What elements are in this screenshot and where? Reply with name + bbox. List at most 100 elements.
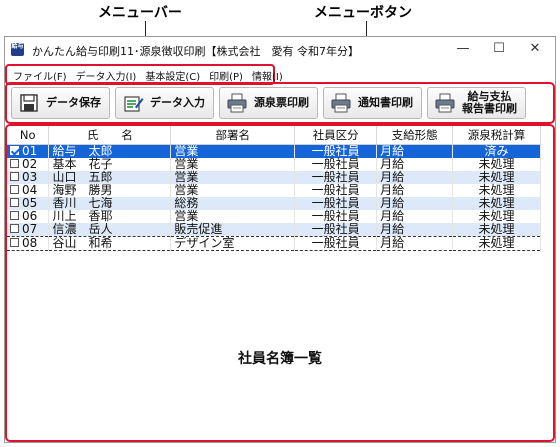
table-row[interactable]: 03 山口 五郎 営業 一般社員 月給 未処理 — [7, 169, 541, 184]
header-category[interactable]: 社員区分 — [294, 126, 378, 145]
callout-menubar: メニューバー — [98, 5, 182, 21]
row-checkbox[interactable] — [10, 158, 19, 168]
minimize-button[interactable]: — — [445, 39, 481, 59]
printer-icon — [435, 93, 455, 113]
payment-report-label-line2: 報告書印刷 — [462, 102, 517, 115]
row-checkbox[interactable] — [10, 197, 19, 207]
table-row[interactable]: 06 川上 香耶 営業 一般社員 月給 未処理 — [7, 208, 541, 223]
header-pay-type[interactable]: 支給形態 — [376, 126, 454, 145]
app-window: 給与 かんたん給与印刷11･源泉徴収印刷【株式会社 愛有 令和7年分】 — ☐ … — [4, 36, 556, 443]
menu-data-entry[interactable]: データ入力(I) — [72, 66, 142, 83]
table-row[interactable]: 04 海野 勝男 営業 一般社員 月給 未処理 — [7, 182, 541, 197]
row-category: 一般社員 — [294, 222, 378, 236]
row-checkbox[interactable] — [10, 171, 19, 181]
row-checkbox[interactable] — [10, 237, 19, 247]
employee-list-caption: 社員名簿一覧 — [238, 351, 322, 367]
save-data-button[interactable]: データ保存 — [11, 87, 110, 119]
row-tax-calc: 未処理 — [452, 170, 541, 184]
row-checkbox[interactable] — [10, 145, 19, 155]
data-entry-button[interactable]: データ入力 — [115, 87, 214, 119]
table-row[interactable]: 08 谷山 和希 デザイン室 一般社員 月給 未処理 — [7, 235, 541, 251]
title-bar[interactable]: 給与 かんたん給与印刷11･源泉徴収印刷【株式会社 愛有 令和7年分】 — ☐ … — [5, 37, 555, 63]
toolbar: データ保存 データ入力 源泉票印刷 通知書印刷 給与支払 報告書印刷 — [11, 87, 526, 119]
withholding-print-button[interactable]: 源泉票印刷 — [219, 87, 318, 119]
notice-print-button[interactable]: 通知書印刷 — [323, 87, 422, 119]
maximize-button[interactable]: ☐ — [481, 39, 517, 59]
row-category: 一般社員 — [294, 183, 378, 197]
menu-info[interactable]: 情報(I) — [248, 66, 288, 83]
row-no: 07 — [22, 221, 38, 236]
menu-file[interactable]: ファイル(F) — [9, 66, 72, 83]
employee-list[interactable]: No 氏 名 部署名 社員区分 支給形態 源泉税計算 01 給与 太郎 営業 一… — [5, 124, 555, 442]
row-checkbox[interactable] — [10, 184, 19, 194]
printer-icon — [227, 93, 247, 113]
row-name: 海野 勝男 — [48, 183, 172, 197]
row-pay-type: 月給 — [376, 170, 454, 184]
row-tax-calc: 済み — [452, 144, 541, 158]
row-name: 川上 香耶 — [48, 209, 172, 223]
row-name: 香川 七海 — [48, 196, 172, 210]
row-dept: 営業 — [170, 209, 296, 223]
app-logo-icon: 給与 — [11, 43, 24, 56]
table-row[interactable]: 01 給与 太郎 営業 一般社員 月給 済み — [7, 144, 541, 158]
data-entry-icon — [124, 96, 144, 112]
row-no: 06 — [22, 208, 38, 223]
row-name: 谷山 和希 — [48, 235, 172, 251]
row-category: 一般社員 — [294, 157, 378, 171]
row-pay-type: 月給 — [376, 196, 454, 210]
notice-print-label: 通知書印刷 — [358, 96, 413, 109]
row-no: 04 — [22, 182, 38, 197]
row-no: 02 — [22, 156, 38, 171]
row-dept: 営業 — [170, 144, 296, 158]
row-no-cell: 08 — [7, 235, 50, 251]
row-dept: 営業 — [170, 170, 296, 184]
data-entry-label: データ入力 — [150, 96, 205, 109]
row-no-cell: 07 — [7, 221, 50, 236]
row-no: 01 — [22, 143, 38, 158]
row-tax-calc: 未処理 — [452, 209, 541, 223]
header-no[interactable]: No — [7, 126, 50, 145]
save-data-label: データ保存 — [46, 96, 101, 109]
header-dept[interactable]: 部署名 — [170, 126, 296, 145]
row-category: 一般社員 — [294, 170, 378, 184]
row-category: 一般社員 — [294, 196, 378, 210]
row-dept: 総務 — [170, 196, 296, 210]
row-pay-type: 月給 — [376, 235, 454, 251]
row-checkbox[interactable] — [10, 223, 19, 233]
table-row[interactable]: 02 基本 花子 営業 一般社員 月給 未処理 — [7, 156, 541, 171]
table-header-row: No 氏 名 部署名 社員区分 支給形態 源泉税計算 — [7, 126, 541, 145]
row-name: 給与 太郎 — [48, 144, 172, 158]
row-name: 基本 花子 — [48, 157, 172, 171]
row-checkbox[interactable] — [10, 210, 19, 220]
table-row[interactable]: 05 香川 七海 総務 一般社員 月給 未処理 — [7, 195, 541, 210]
row-category: 一般社員 — [294, 235, 378, 251]
printer-icon — [331, 93, 351, 113]
menu-print[interactable]: 印刷(P) — [205, 66, 248, 83]
callout-menubuttons: メニューボタン — [314, 5, 412, 21]
row-tax-calc: 未処理 — [452, 196, 541, 210]
menu-basic-settings[interactable]: 基本設定(C) — [141, 66, 205, 83]
row-no: 03 — [22, 169, 38, 184]
row-category: 一般社員 — [294, 209, 378, 223]
row-pay-type: 月給 — [376, 157, 454, 171]
row-name: 山口 五郎 — [48, 170, 172, 184]
row-pay-type: 月給 — [376, 222, 454, 236]
row-name: 信濃 岳人 — [48, 222, 172, 236]
row-tax-calc: 未処理 — [452, 222, 541, 236]
employee-table: No 氏 名 部署名 社員区分 支給形態 源泉税計算 01 給与 太郎 営業 一… — [7, 126, 541, 251]
row-dept: 営業 — [170, 183, 296, 197]
row-tax-calc: 未処理 — [452, 183, 541, 197]
close-button[interactable]: ✕ — [517, 39, 553, 59]
row-category: 一般社員 — [294, 144, 378, 158]
table-row[interactable]: 07 信濃 岳人 販売促進 一般社員 月給 未処理 — [7, 221, 541, 236]
row-pay-type: 月給 — [376, 144, 454, 158]
header-tax-calc[interactable]: 源泉税計算 — [452, 126, 541, 145]
payment-report-print-button[interactable]: 給与支払 報告書印刷 — [427, 87, 526, 119]
withholding-print-label: 源泉票印刷 — [254, 96, 309, 109]
row-pay-type: 月給 — [376, 209, 454, 223]
header-name[interactable]: 氏 名 — [48, 126, 172, 145]
row-pay-type: 月給 — [376, 183, 454, 197]
row-tax-calc: 未処理 — [452, 235, 541, 251]
save-icon — [20, 94, 38, 112]
row-no: 05 — [22, 195, 38, 210]
